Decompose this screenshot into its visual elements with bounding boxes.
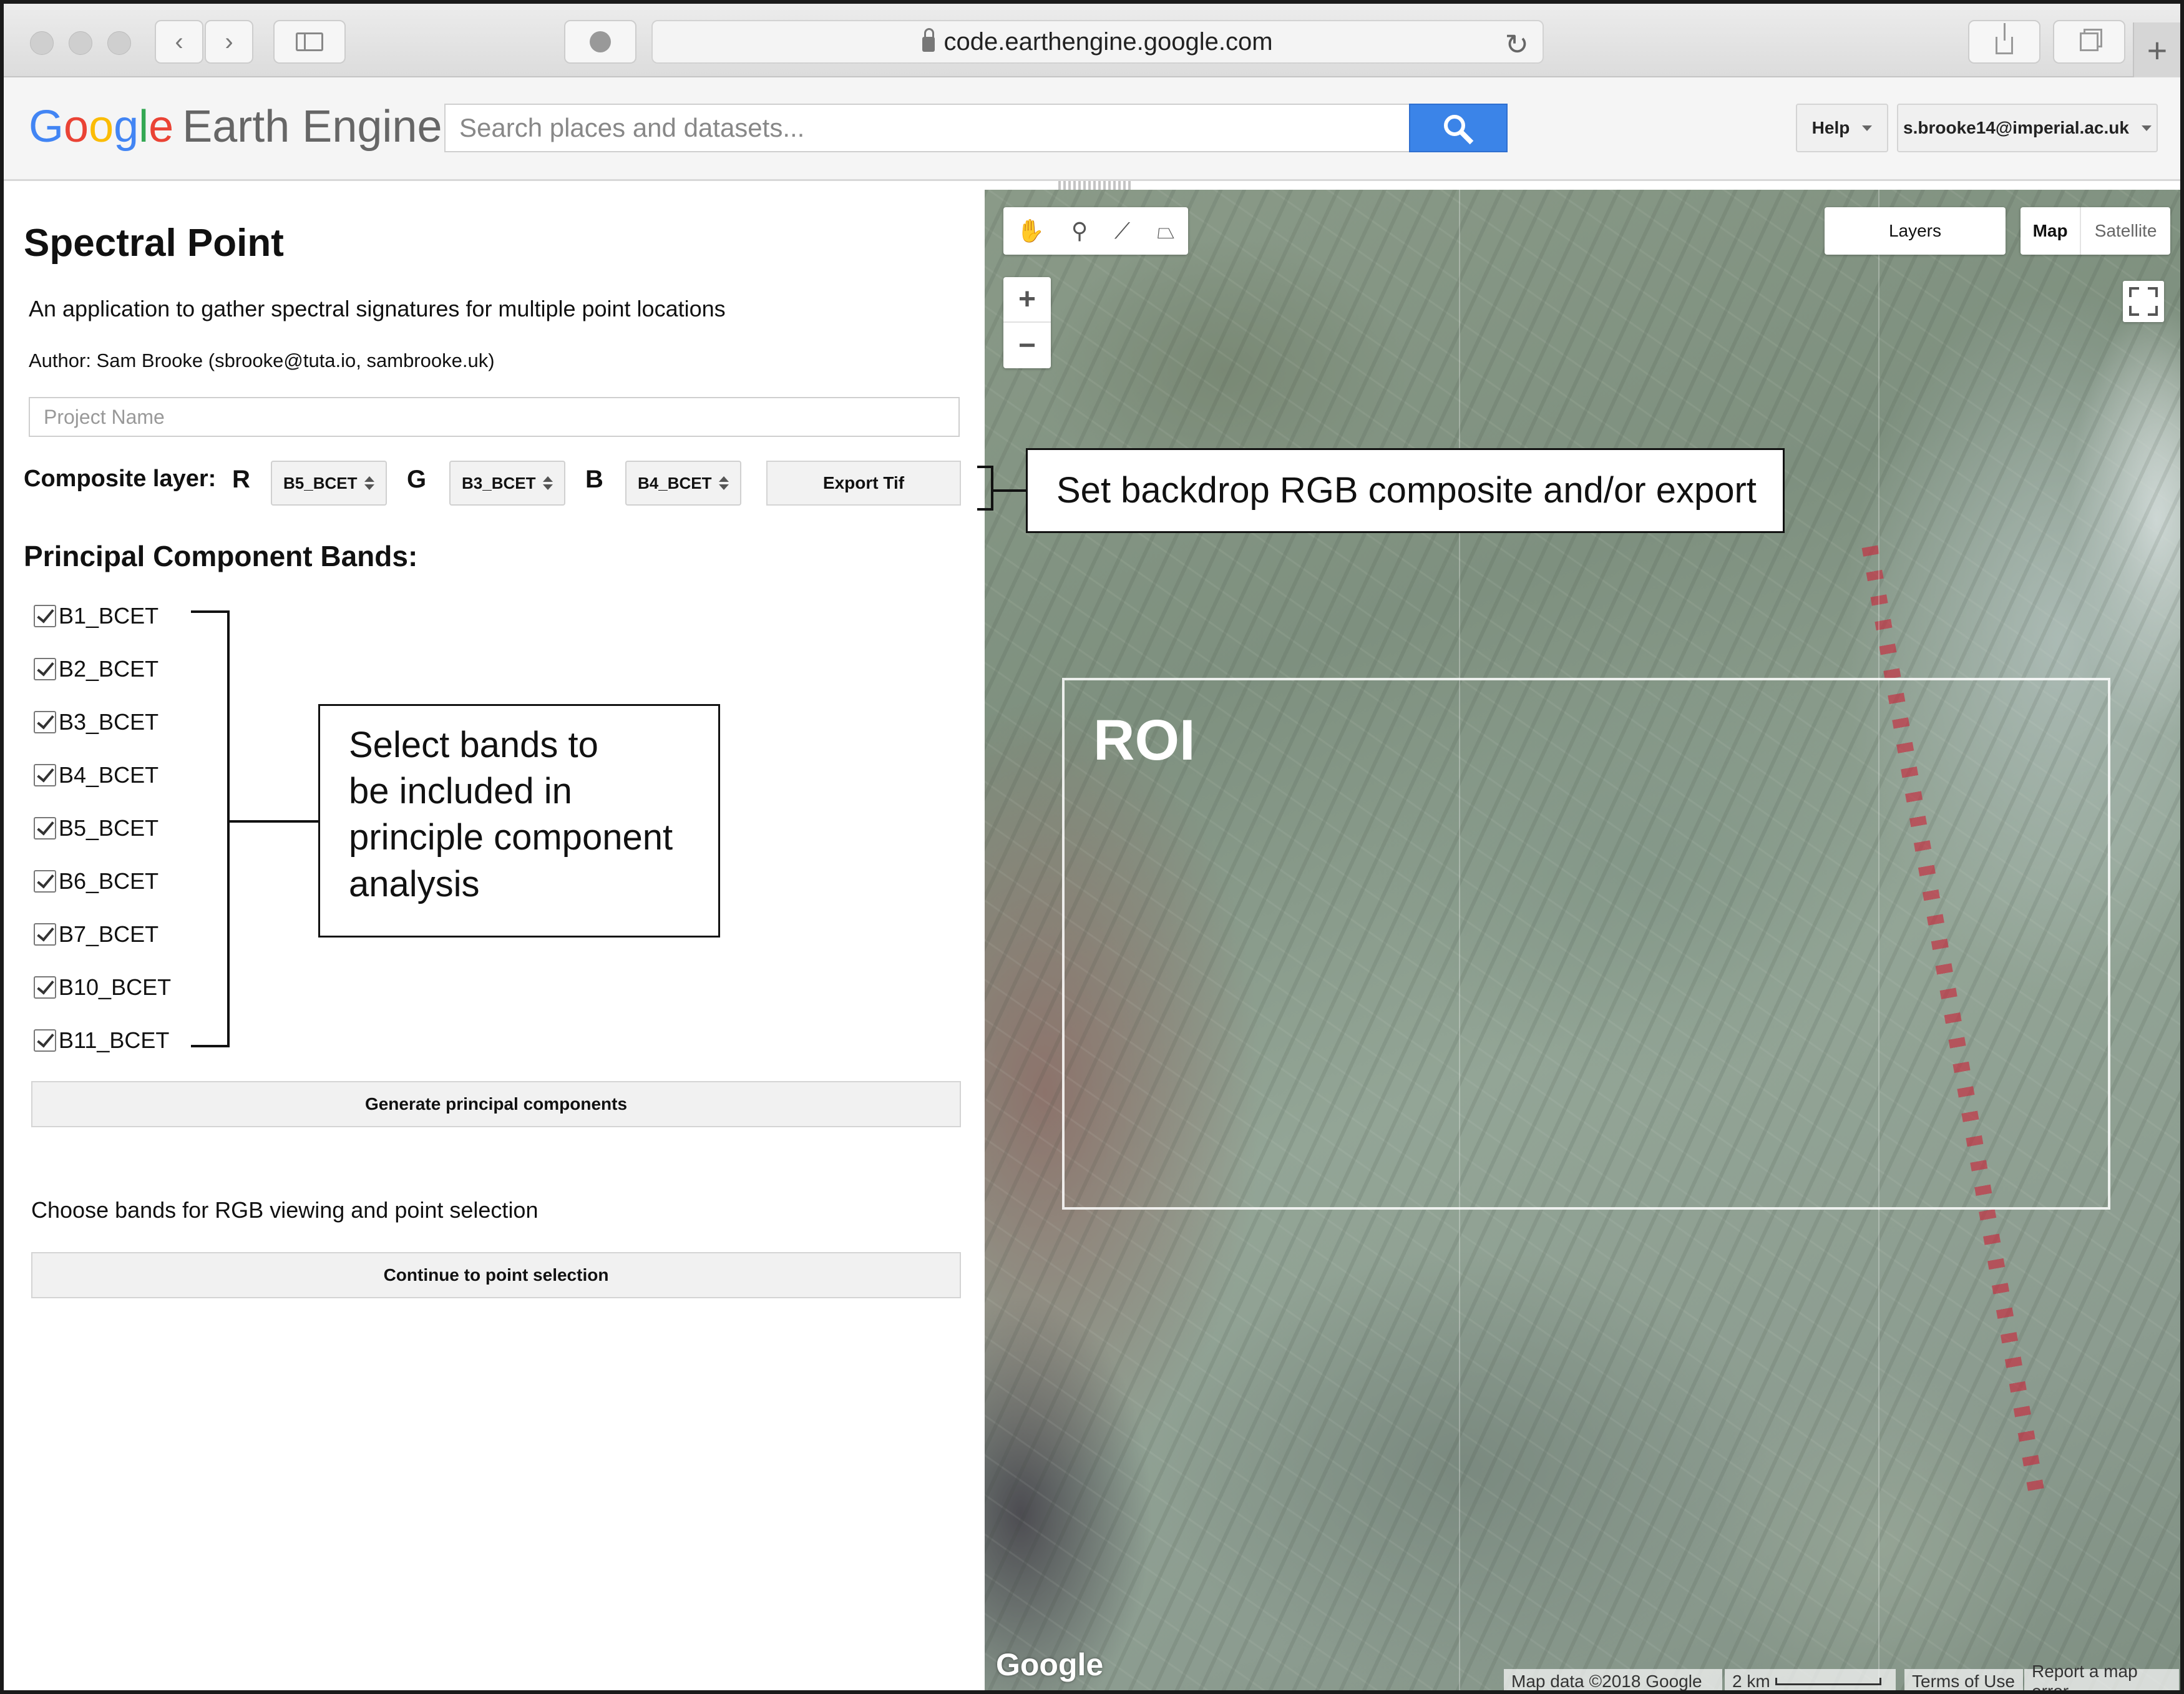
scale-bar[interactable]: 2 km bbox=[1725, 1669, 1896, 1690]
url-text: code.earthengine.google.com bbox=[943, 27, 1273, 56]
hand-icon[interactable]: ✋ bbox=[1016, 218, 1045, 244]
composite-bracket bbox=[977, 466, 993, 511]
checkbox-checked-icon[interactable] bbox=[34, 870, 56, 893]
forward-button[interactable]: › bbox=[205, 20, 253, 64]
panel-resize-handle[interactable] bbox=[1058, 181, 1133, 190]
band-checkbox-row[interactable]: B1_BCET bbox=[34, 600, 158, 632]
address-bar[interactable]: code.earthengine.google.com ↻ bbox=[651, 20, 1544, 64]
checkbox-checked-icon[interactable] bbox=[34, 817, 56, 840]
callout-connector bbox=[230, 820, 319, 823]
sidebar-icon bbox=[296, 32, 323, 51]
google-watermark: Google bbox=[996, 1647, 1104, 1682]
checkbox-checked-icon[interactable] bbox=[34, 976, 56, 999]
earth-engine-logo[interactable]: Google Earth Engine bbox=[29, 101, 442, 152]
blue-channel-label: B bbox=[585, 466, 603, 493]
author-text: Author: Sam Brooke (sbrooke@tuta.io, sam… bbox=[29, 350, 495, 371]
band-checkbox-row[interactable]: B10_BCET bbox=[34, 972, 171, 1003]
layers-button[interactable]: Layers bbox=[1825, 207, 2006, 255]
pc-bands-heading: Principal Component Bands: bbox=[24, 540, 418, 572]
export-tif-button[interactable]: Export Tif bbox=[766, 461, 961, 506]
checkbox-checked-icon[interactable] bbox=[34, 658, 56, 680]
map-type-satellite-button[interactable]: Satellite bbox=[2081, 207, 2170, 255]
map-type-toggle: Map Satellite bbox=[2021, 207, 2170, 255]
terms-link[interactable]: Terms of Use bbox=[1904, 1669, 2023, 1690]
band-checkbox-row[interactable]: B2_BCET bbox=[34, 654, 158, 685]
composite-callout: Set backdrop RGB composite and/or export bbox=[1026, 448, 1785, 533]
zoom-in-button[interactable]: + bbox=[1003, 277, 1051, 323]
bands-bracket bbox=[191, 610, 230, 1047]
tabs-overview-button[interactable] bbox=[2053, 20, 2125, 64]
help-button[interactable]: Help bbox=[1796, 104, 1888, 152]
search-button[interactable] bbox=[1409, 104, 1508, 152]
choose-bands-text: Choose bands for RGB viewing and point s… bbox=[31, 1197, 539, 1223]
page-title: Spectral Point bbox=[24, 222, 284, 265]
roi-label: ROI bbox=[1093, 708, 1196, 772]
report-map-error-link[interactable]: Report a map error bbox=[2024, 1662, 2179, 1690]
lock-icon bbox=[922, 28, 935, 52]
map-type-map-button[interactable]: Map bbox=[2021, 207, 2082, 255]
chevron-right-icon: › bbox=[225, 27, 233, 56]
red-band-select[interactable]: B5_BCET bbox=[271, 461, 387, 506]
blue-band-select[interactable]: B4_BCET bbox=[625, 461, 741, 506]
bands-callout: Select bands to be included in principle… bbox=[318, 704, 720, 938]
project-name-input[interactable]: Project Name bbox=[29, 397, 960, 437]
map-data-attribution-box: Map data ©2018 Google bbox=[1504, 1669, 1722, 1690]
select-arrows-icon bbox=[543, 476, 553, 490]
reload-icon[interactable]: ↻ bbox=[1504, 27, 1529, 61]
generate-pc-button[interactable]: Generate principal components bbox=[31, 1081, 961, 1127]
band-checkbox-row[interactable]: B11_BCET bbox=[34, 1025, 169, 1056]
minimize-window-button[interactable] bbox=[69, 31, 92, 55]
shield-icon bbox=[590, 31, 611, 52]
tabs-icon bbox=[2080, 32, 2099, 51]
drawing-tools: ✋ ⚲ ⟋ ⏢ bbox=[1003, 207, 1188, 255]
earth-engine-header: Google Earth Engine Search places and dat… bbox=[4, 77, 2180, 181]
band-checkbox-row[interactable]: B3_BCET bbox=[34, 707, 158, 738]
roi-rectangle[interactable] bbox=[1062, 678, 2110, 1210]
band-checkbox-row[interactable]: B4_BCET bbox=[34, 760, 158, 791]
checkbox-checked-icon[interactable] bbox=[34, 1029, 56, 1052]
account-button[interactable]: s.brooke14@imperial.ac.uk bbox=[1897, 104, 2158, 152]
green-band-select[interactable]: B3_BCET bbox=[449, 461, 565, 506]
line-icon[interactable]: ⟋ bbox=[1114, 218, 1130, 245]
back-button[interactable]: ‹ bbox=[155, 20, 203, 64]
chevron-left-icon: ‹ bbox=[175, 27, 183, 56]
share-button[interactable] bbox=[1968, 20, 2040, 64]
fullscreen-icon[interactable] bbox=[2123, 281, 2164, 322]
close-window-button[interactable] bbox=[30, 31, 54, 55]
browser-window: ‹ › code.earthengine.google.com ↻ + Goog… bbox=[0, 0, 2184, 1694]
product-name: Earth Engine bbox=[182, 102, 442, 152]
polygon-icon[interactable]: ⏢ bbox=[1157, 218, 1175, 245]
checkbox-checked-icon[interactable] bbox=[34, 923, 56, 946]
sidebar-button[interactable] bbox=[273, 20, 346, 64]
map-view[interactable]: ✋ ⚲ ⟋ ⏢ + − Layers Map Satellite ROI Goo… bbox=[985, 190, 2180, 1690]
band-checkbox-row[interactable]: B7_BCET bbox=[34, 919, 158, 950]
checkbox-checked-icon[interactable] bbox=[34, 711, 56, 733]
continue-button[interactable]: Continue to point selection bbox=[31, 1252, 961, 1298]
green-channel-label: G bbox=[407, 466, 427, 493]
red-channel-label: R bbox=[232, 466, 250, 493]
band-checkbox-row[interactable]: B6_BCET bbox=[34, 866, 158, 897]
app-description: An application to gather spectral signat… bbox=[29, 296, 726, 321]
share-icon bbox=[1996, 23, 2013, 54]
zoom-control: + − bbox=[1003, 277, 1051, 368]
search-input[interactable]: Search places and datasets... bbox=[444, 104, 1410, 152]
checkbox-checked-icon[interactable] bbox=[34, 605, 56, 627]
privacy-button[interactable] bbox=[564, 20, 636, 64]
new-tab-button[interactable]: + bbox=[2133, 22, 2180, 77]
select-arrows-icon bbox=[364, 476, 374, 490]
app-panel: Spectral Point An application to gather … bbox=[4, 190, 985, 1690]
zoom-window-button[interactable] bbox=[107, 31, 131, 55]
zoom-out-button[interactable]: − bbox=[1003, 323, 1051, 368]
callout-connector bbox=[993, 489, 1027, 492]
select-arrows-icon bbox=[719, 476, 729, 490]
plus-icon: + bbox=[2147, 30, 2168, 70]
band-checkbox-row[interactable]: B5_BCET bbox=[34, 813, 158, 844]
browser-toolbar: ‹ › code.earthengine.google.com ↻ + bbox=[4, 4, 2180, 77]
checkbox-checked-icon[interactable] bbox=[34, 764, 56, 786]
composite-layer-label: Composite layer: bbox=[24, 466, 217, 492]
marker-icon[interactable]: ⚲ bbox=[1071, 218, 1088, 244]
chevron-down-icon bbox=[1862, 125, 1873, 131]
chevron-down-icon bbox=[2141, 125, 2152, 131]
